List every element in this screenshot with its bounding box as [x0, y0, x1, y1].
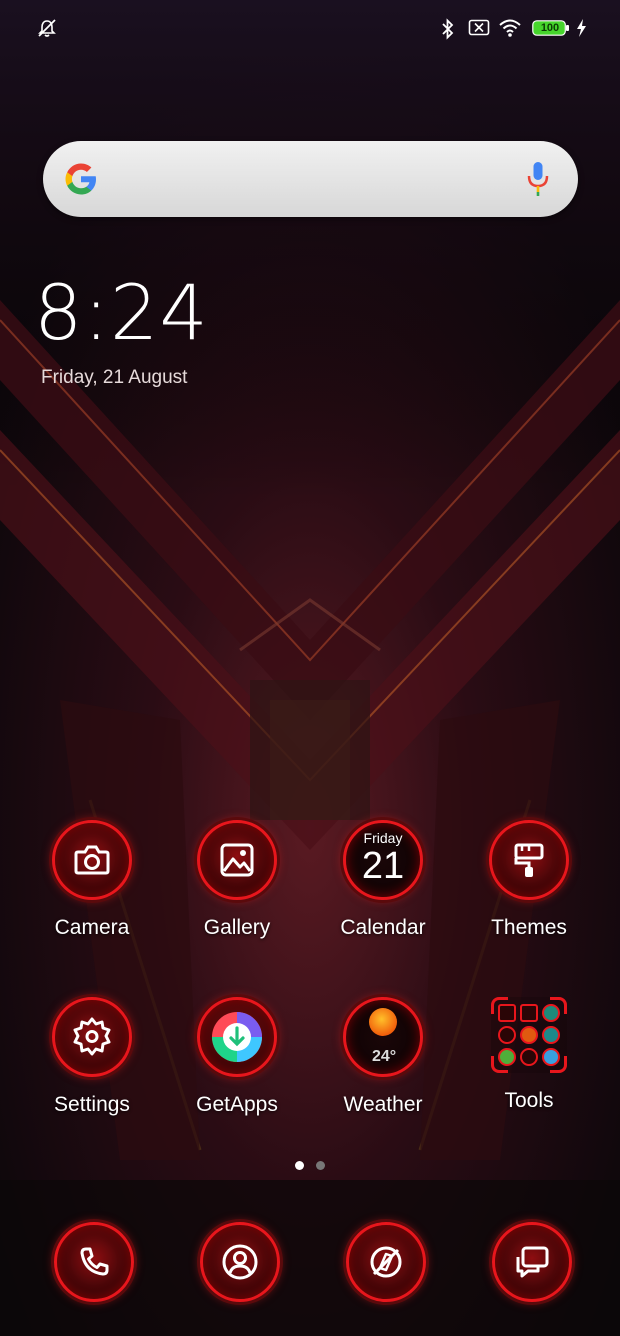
gear-icon	[52, 997, 132, 1077]
google-logo	[65, 163, 96, 195]
weather-temperature: 24°	[372, 1048, 397, 1065]
calendar-icon: Friday 21	[343, 820, 423, 900]
app-label: Camera	[54, 916, 130, 939]
camera-icon	[52, 820, 132, 900]
folder-icon	[491, 997, 567, 1073]
paint-roller-icon	[489, 820, 569, 900]
calendar-day-name: Friday	[363, 830, 403, 846]
messages-icon	[516, 1246, 549, 1278]
compass-mini-icon	[542, 1004, 560, 1022]
app-camera[interactable]: Camera	[22, 820, 162, 970]
page-dot-active[interactable]	[295, 1161, 304, 1170]
battery-level: 100	[540, 22, 560, 34]
notifications-off-icon	[38, 19, 56, 37]
app-label: GetApps	[196, 1093, 278, 1116]
mic-icon[interactable]	[526, 161, 550, 197]
cleaner-mini-icon	[542, 1048, 560, 1066]
clock-time[interactable]: 8:24	[34, 268, 209, 358]
dock-phone[interactable]	[54, 1222, 134, 1302]
app-label: Tools	[504, 1089, 554, 1112]
clock-mini-icon	[520, 1004, 538, 1022]
clock-date[interactable]: Friday, 21 August	[41, 367, 187, 389]
dock-messages[interactable]	[492, 1222, 572, 1302]
dock-contacts[interactable]	[200, 1222, 280, 1302]
app-label: Settings	[54, 1093, 130, 1116]
wifi-icon	[499, 19, 521, 37]
google-search-bar[interactable]	[43, 141, 578, 217]
screen-recorder-mini-icon	[520, 1026, 538, 1044]
bluetooth-icon	[442, 18, 454, 40]
app-label: Gallery	[203, 916, 271, 939]
mi-remote-mini-icon	[498, 1048, 516, 1066]
dock-browser[interactable]	[346, 1222, 426, 1302]
browser-icon	[370, 1246, 402, 1278]
no-sim-icon	[468, 19, 490, 36]
contacts-icon	[222, 1244, 258, 1280]
battery-icon: 100	[532, 20, 570, 36]
scanner-mini-icon	[542, 1026, 560, 1044]
app-label: Weather	[343, 1093, 423, 1116]
sun-icon: 24°	[343, 997, 423, 1077]
page-dot[interactable]	[316, 1161, 325, 1170]
app-label: Themes	[491, 916, 567, 939]
app-settings[interactable]: Settings	[22, 997, 162, 1147]
browser-mini-icon	[520, 1048, 538, 1066]
gallery-icon	[197, 820, 277, 900]
app-calendar[interactable]: Friday 21 Calendar	[313, 820, 453, 970]
getapps-icon	[197, 997, 277, 1077]
app-weather[interactable]: 24° Weather	[313, 997, 453, 1147]
app-themes[interactable]: Themes	[459, 820, 599, 970]
phone-icon	[80, 1247, 109, 1276]
charging-icon	[577, 19, 586, 37]
app-label: Calendar	[340, 916, 426, 939]
app-gallery[interactable]: Gallery	[167, 820, 307, 970]
status-bar: 100	[0, 0, 620, 58]
calculator-mini-icon	[498, 1004, 516, 1022]
calendar-day-number: 21	[361, 845, 405, 887]
recorder-mini-icon	[498, 1026, 516, 1044]
app-getapps[interactable]: GetApps	[167, 997, 307, 1147]
app-tools-folder[interactable]: Tools	[459, 997, 599, 1147]
